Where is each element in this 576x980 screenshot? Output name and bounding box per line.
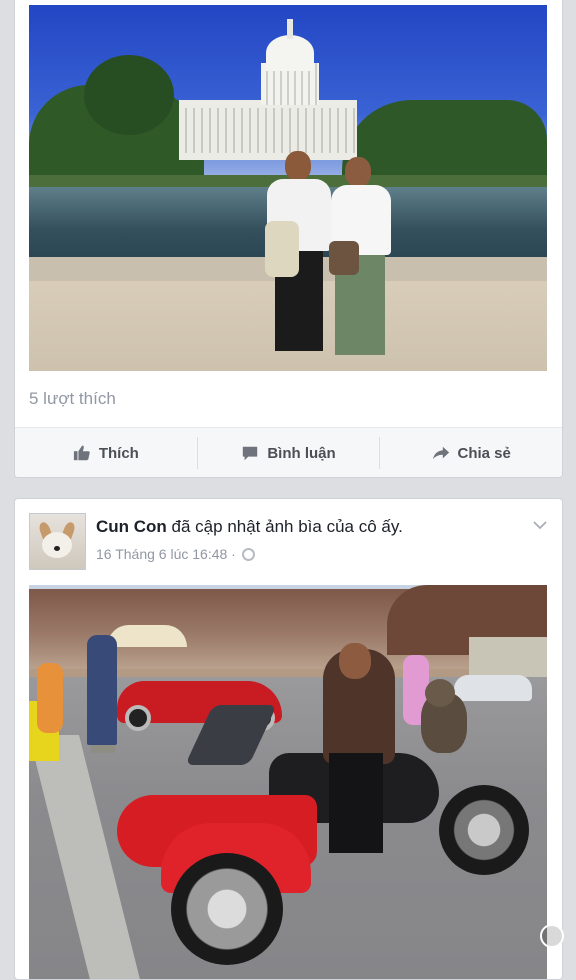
photo-person-woman (329, 157, 395, 362)
thumbs-up-icon (73, 445, 90, 461)
chevron-down-icon[interactable] (532, 517, 548, 533)
photo-trike-rear-wheel (439, 785, 529, 875)
share-button[interactable]: Chia sẻ (380, 428, 562, 477)
share-arrow-icon (432, 446, 449, 460)
photo-car-wheel (125, 705, 151, 731)
photo-trike-front-wheel (171, 853, 283, 965)
avatar[interactable] (29, 513, 86, 570)
author-name[interactable]: Cun Con (96, 517, 167, 536)
post-card-1: 5 lượt thích Thích Bình luận Chia sẻ (14, 0, 563, 478)
photo-capitol-spire (287, 19, 293, 39)
photo-tree (84, 55, 174, 135)
assistive-touch-icon[interactable] (540, 924, 564, 948)
avatar-dog-face (42, 532, 72, 558)
post-photo-capitol[interactable] (29, 5, 547, 371)
photo-building (469, 637, 547, 677)
globe-icon (241, 547, 255, 561)
avatar-dog-nose (54, 546, 60, 551)
photo-rider-head (339, 643, 371, 679)
photo-person-blue (87, 635, 117, 745)
photo-teddy-bear-head (425, 679, 455, 707)
photo-white-car (454, 675, 532, 701)
post-action-text: đã cập nhật ảnh bìa của cô ấy. (166, 517, 403, 536)
photo-person-orange (37, 663, 63, 733)
comment-label: Bình luận (267, 444, 336, 462)
share-label: Chia sẻ (457, 444, 511, 462)
photo-tent (107, 625, 187, 647)
photo-capitol-columns (179, 108, 357, 153)
post-card-2: Cun Con đã cập nhật ảnh bìa của cô ấy. 1… (14, 498, 563, 980)
post-actions-bar: Thích Bình luận Chia sẻ (15, 427, 562, 477)
photo-capitol-dome (266, 35, 314, 71)
comment-icon (243, 446, 258, 461)
like-label: Thích (98, 444, 139, 462)
photo-rider-legs (329, 753, 383, 853)
post-header-text: Cun Con đã cập nhật ảnh bìa của cô ấy. (96, 517, 516, 537)
post-timestamp[interactable]: 16 Tháng 6 lúc 16:48 · (96, 546, 236, 562)
post-meta: 16 Tháng 6 lúc 16:48 · (96, 546, 255, 562)
like-button[interactable]: Thích (15, 428, 197, 477)
likes-count[interactable]: 5 lượt thích (29, 389, 116, 409)
photo-person-man (265, 151, 333, 361)
comment-button[interactable]: Bình luận (198, 428, 380, 477)
post-photo-trike[interactable] (29, 585, 547, 979)
